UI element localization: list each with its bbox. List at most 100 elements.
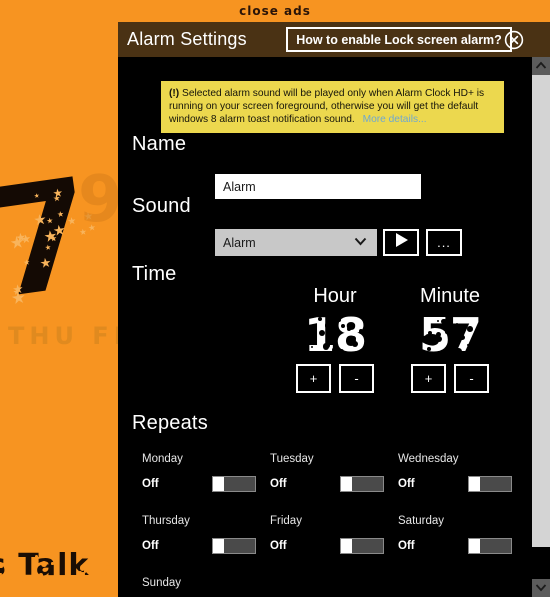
scroll-down-button[interactable] [532,579,550,597]
text-speckle [0,572,2,576]
repeat-day-label: Sunday [142,577,182,589]
name-section-label: Name [132,133,187,155]
time-section-label: Time [132,263,177,285]
minute-label: Minute [419,285,481,307]
browse-sound-button[interactable]: ... [426,229,462,256]
decorative-star: ★ [22,257,31,268]
digit-speckle [311,346,314,349]
digit-speckle [318,329,326,337]
digit-speckle [436,335,443,342]
digit-speckle [322,343,330,350]
vertical-scrollbar[interactable] [532,57,550,597]
scrollbar-thumb[interactable] [532,75,550,547]
alarm-settings-dialog: Alarm Settings How to enable Lock screen… [118,22,550,597]
sound-section-label: Sound [132,195,191,217]
repeat-day-state: Off [142,478,159,490]
notice-text: Selected alarm sound will be played only… [169,88,485,125]
chevron-down-icon [353,235,368,251]
play-sound-button[interactable] [383,229,419,256]
repeat-day-label: Tuesday [270,453,314,465]
minute-increment-button[interactable]: + [411,364,446,393]
close-ads-label[interactable]: close ads [239,4,311,18]
text-speckle [0,564,4,569]
toggle-thumb [213,477,224,491]
repeat-day-toggle[interactable] [340,476,384,492]
close-ads-bar[interactable]: close ads [0,0,550,22]
digit-speckle [427,346,431,351]
digit-speckle [455,323,459,327]
repeat-day-label: Wednesday [398,453,459,465]
repeat-day-label: Saturday [398,515,445,527]
text-speckle [38,572,44,578]
repeat-day-thursday: Thursday Off [142,515,270,554]
digit-speckle [455,348,462,355]
repeat-day-toggle[interactable] [468,476,512,492]
alarm-sound-notice: (!) Selected alarm sound will be played … [161,81,504,133]
digit-speckle [352,353,356,358]
hour-increment-button[interactable]: + [296,364,331,393]
repeat-day-label: Friday [270,515,302,527]
hour-label: Hour [313,285,357,307]
digit-speckle [351,341,358,348]
digit-speckle [358,329,364,334]
digit-speckle [317,317,322,321]
decorative-star: ★ [14,229,28,246]
repeat-day-sunday: SundayOff [142,577,270,597]
text-speckle [55,562,58,565]
how-to-enable-lock-screen-alarm-button[interactable]: How to enable Lock screen alarm? [286,27,512,52]
decorative-star: ★ [38,255,53,272]
repeat-day-toggle[interactable] [468,538,512,554]
repeat-day-toggle[interactable] [340,538,384,554]
notice-marker: (!) [169,88,180,99]
minute-decrement-button[interactable]: - [454,364,489,393]
sound-select-value: Alarm [223,235,256,250]
digit-speckle [351,335,357,342]
digit-speckle [444,329,449,334]
digit-speckle [459,335,465,341]
repeat-day-saturday: Saturday Off [398,515,526,554]
more-details-link[interactable]: More details... [363,114,427,125]
digit-speckle [338,349,345,355]
digit-speckle [445,352,450,357]
hour-decrement-button[interactable]: - [339,364,374,393]
text-speckle [22,562,26,566]
play-icon [394,232,409,253]
repeat-day-state: Off [142,540,159,552]
repeat-day-tuesday: Tuesday Off [270,453,398,492]
repeat-day-state: Off [398,478,415,490]
repeat-day-friday: Friday Off [270,515,398,554]
sound-select[interactable]: Alarm [215,229,377,256]
minute-stepper-group: Minute 57 + - [411,285,489,393]
text-speckle [48,578,52,582]
digit-speckle [428,331,433,336]
dialog-content: (!) Selected alarm sound will be played … [118,57,532,597]
hour-stepper-group: Hour 18 + - [296,285,374,393]
chevron-down-icon [535,579,547,597]
digit-speckle [331,347,338,353]
decorative-star: ★ [52,193,62,205]
text-speckle [101,570,107,577]
repeat-day-toggle[interactable] [212,476,256,492]
decorative-nine: 9 [78,163,123,237]
repeat-day-label: Monday [142,453,183,465]
repeat-day-toggle[interactable] [212,538,256,554]
repeat-day-wednesday: Wednesday Off [398,453,526,492]
ellipsis-icon: ... [437,234,451,250]
digit-speckle [329,339,333,343]
scrollbar-track[interactable] [532,75,550,579]
digit-speckle [435,331,441,338]
text-speckle [40,560,47,567]
repeat-day-monday: Monday Off [142,453,270,492]
alarm-name-input[interactable] [215,174,421,199]
close-circle-icon[interactable] [504,30,524,50]
repeats-section-label: Repeats [132,412,208,434]
decorative-star: ★ [66,215,77,228]
digit-speckle [467,326,473,332]
digit-speckle [325,343,331,348]
page-title: Alarm Settings [127,29,247,49]
digit-speckle [325,334,333,341]
scroll-up-button[interactable] [532,57,550,75]
digit-speckle [448,316,453,322]
decorative-bottom-text: s Talk [0,548,122,584]
text-speckle [50,576,54,580]
